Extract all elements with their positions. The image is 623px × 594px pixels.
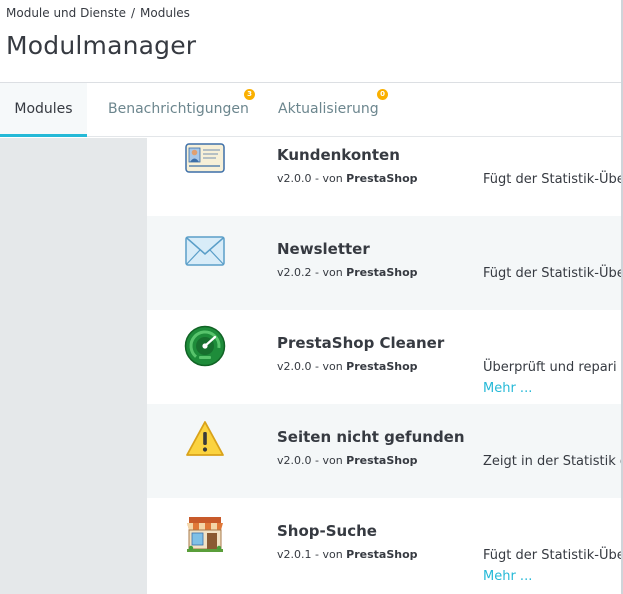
module-author: PrestaShop xyxy=(346,548,418,561)
module-author: PrestaShop xyxy=(346,360,418,373)
module-author: PrestaShop xyxy=(346,266,418,279)
tab-benachrichtigungen[interactable]: Benachrichtigungen xyxy=(108,83,249,137)
module-row[interactable]: Shop-Suche v2.0.1 - von PrestaShop Fügt … xyxy=(147,498,623,594)
customer-card-icon xyxy=(185,143,225,173)
tab-modules[interactable]: Modules xyxy=(0,83,87,137)
tab-modules-label: Modules xyxy=(14,101,73,117)
module-version: v2.0.2 - von PrestaShop xyxy=(277,266,418,279)
module-name: Shop-Suche xyxy=(277,522,377,540)
storefront-icon xyxy=(187,517,223,552)
module-author: PrestaShop xyxy=(346,172,418,185)
tab-aktualisierung[interactable]: Aktualisierung xyxy=(278,83,379,137)
module-name: Kundenkonten xyxy=(277,146,400,164)
module-description: Fügt der Statistik-Übe xyxy=(483,548,623,563)
module-version: v2.0.0 - von PrestaShop xyxy=(277,454,418,467)
warning-icon xyxy=(186,421,224,456)
breadcrumb-separator: / xyxy=(131,6,136,20)
module-description: Zeigt in der Statistik d xyxy=(483,454,623,469)
page-header: Module und Dienste / Modules Modulmanager xyxy=(0,0,623,83)
module-list: Kundenkonten v2.0.0 - von PrestaShop Füg… xyxy=(147,138,623,594)
module-more-link[interactable]: Mehr ... xyxy=(483,569,532,584)
sidebar-spacer xyxy=(0,138,147,594)
gauge-icon xyxy=(184,325,226,367)
module-more-link[interactable]: Mehr ... xyxy=(483,381,532,396)
module-version: v2.0.0 - von PrestaShop xyxy=(277,172,418,185)
breadcrumb-item-module-und-dienste[interactable]: Module und Dienste xyxy=(6,6,126,20)
tab-bar: Modules Benachrichtigungen 3 Aktualisier… xyxy=(0,83,623,137)
module-row[interactable]: PrestaShop Cleaner v2.0.0 - von PrestaSh… xyxy=(147,310,623,404)
module-row[interactable]: Newsletter v2.0.2 - von PrestaShop Fügt … xyxy=(147,216,623,310)
module-author: PrestaShop xyxy=(346,454,418,467)
module-version: v2.0.0 - von PrestaShop xyxy=(277,360,418,373)
module-name: PrestaShop Cleaner xyxy=(277,334,445,352)
module-description: Fügt der Statistik-Übe xyxy=(483,172,623,187)
update-count-badge: 0 xyxy=(377,89,388,100)
breadcrumb-item-modules[interactable]: Modules xyxy=(140,6,190,20)
notification-count-badge: 3 xyxy=(244,89,255,100)
module-description: Überprüft und repari xyxy=(483,360,617,375)
breadcrumb: Module und Dienste / Modules xyxy=(6,6,190,20)
page-title: Modulmanager xyxy=(6,31,197,60)
tab-benachrichtigungen-label: Benachrichtigungen xyxy=(108,101,249,117)
tab-aktualisierung-label: Aktualisierung xyxy=(278,101,379,117)
envelope-icon xyxy=(185,236,225,266)
module-name: Newsletter xyxy=(277,240,370,258)
module-description: Fügt der Statistik-Übe xyxy=(483,266,623,281)
module-version: v2.0.1 - von PrestaShop xyxy=(277,548,418,561)
module-name: Seiten nicht gefunden xyxy=(277,428,465,446)
module-row[interactable]: Kundenkonten v2.0.0 - von PrestaShop Füg… xyxy=(147,138,623,216)
module-row[interactable]: Seiten nicht gefunden v2.0.0 - von Prest… xyxy=(147,404,623,498)
